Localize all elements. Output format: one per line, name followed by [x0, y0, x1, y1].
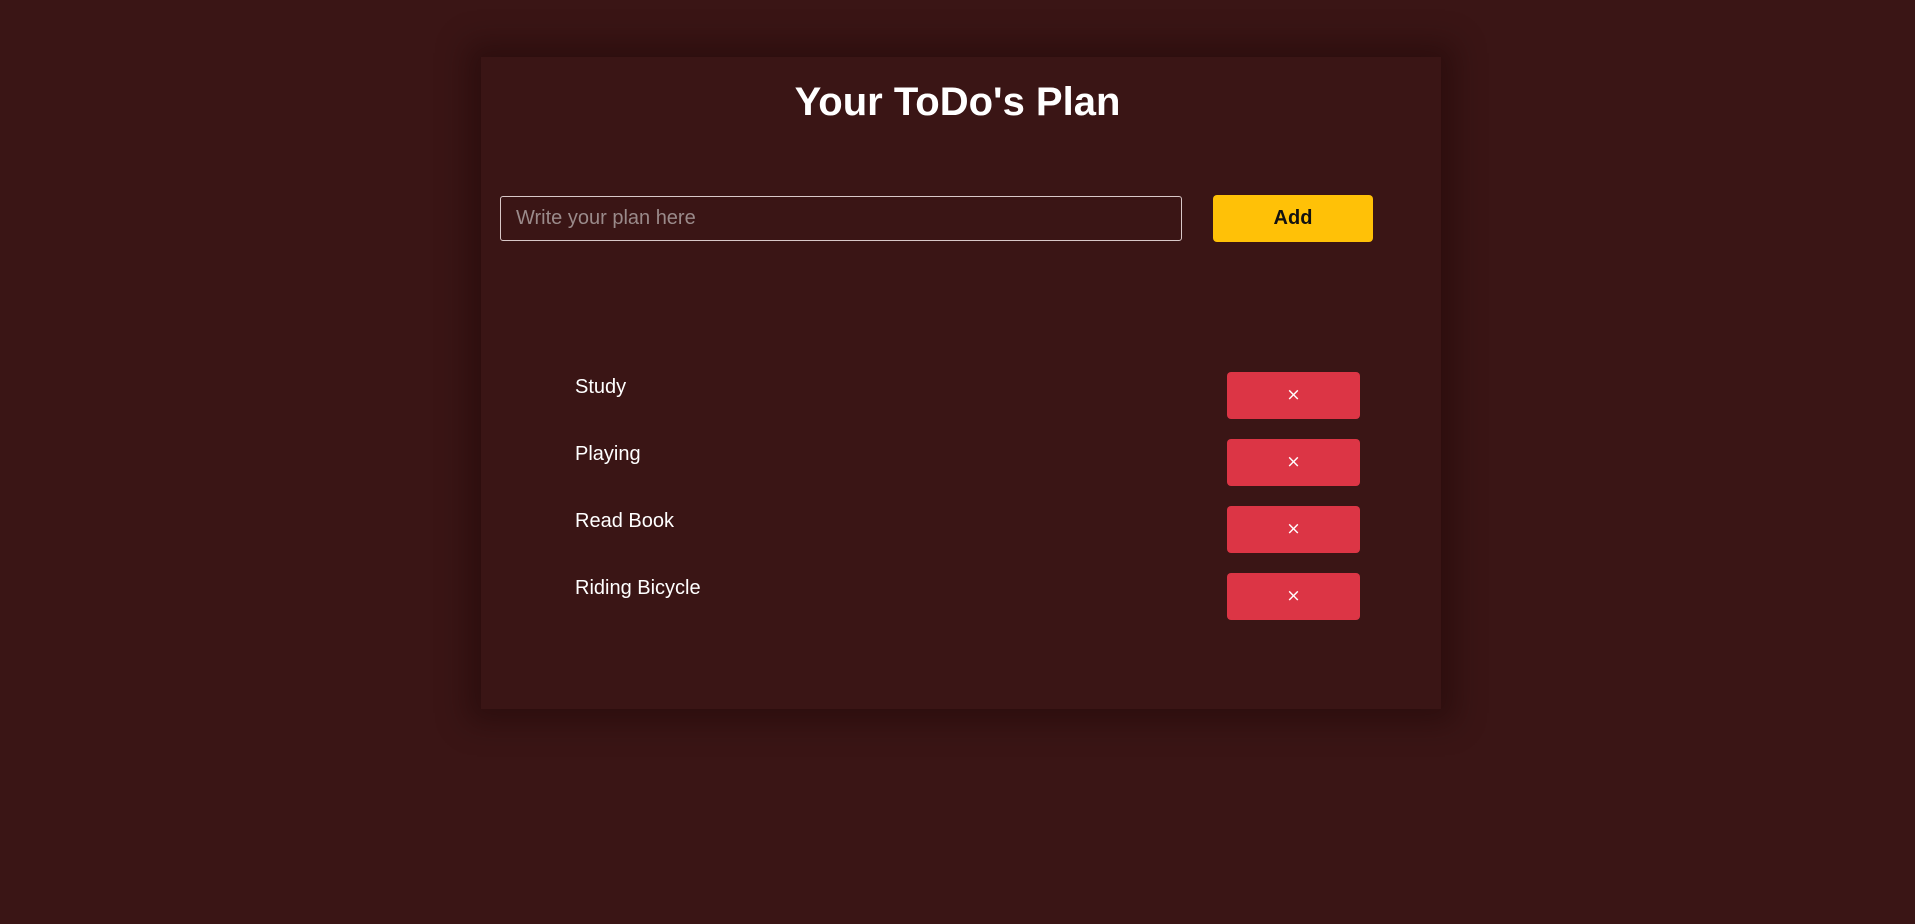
todo-item: Study ×	[575, 372, 1360, 419]
plan-input[interactable]	[500, 196, 1182, 241]
todo-item: Read Book ×	[575, 506, 1360, 553]
todo-item: Playing ×	[575, 439, 1360, 486]
delete-button[interactable]: ×	[1227, 372, 1360, 419]
todo-text: Playing	[575, 443, 641, 465]
add-button[interactable]: Add	[1213, 195, 1373, 242]
todo-list: Study × Playing × Read Book × Riding Bic…	[575, 372, 1360, 640]
todo-text: Read Book	[575, 510, 674, 532]
todo-text: Study	[575, 376, 627, 398]
delete-button[interactable]: ×	[1227, 573, 1360, 620]
page-title: Your ToDo's Plan	[794, 80, 1121, 124]
todo-item: Riding Bicycle ×	[575, 573, 1360, 620]
todo-text: Riding Bicycle	[575, 577, 701, 599]
delete-button[interactable]: ×	[1227, 439, 1360, 486]
delete-button[interactable]: ×	[1227, 506, 1360, 553]
